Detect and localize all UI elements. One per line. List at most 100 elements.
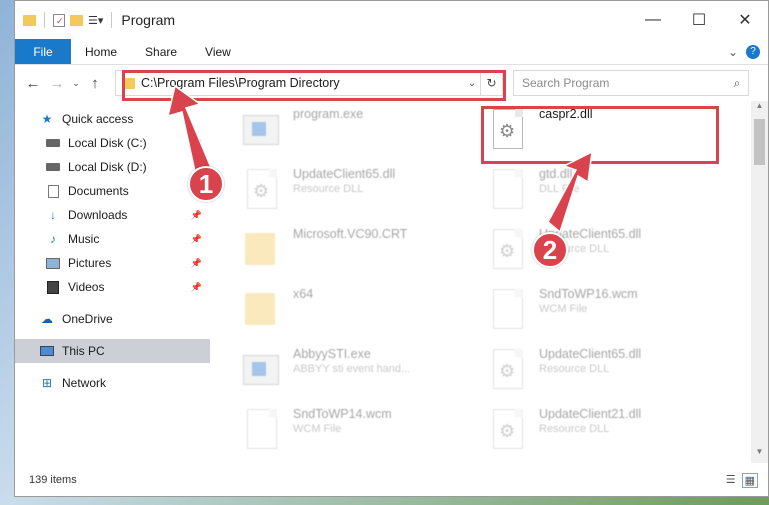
up-arrow-icon[interactable]: ↑	[83, 75, 107, 92]
file-type: DLL File	[539, 183, 580, 195]
file-name: SndToWP16.wcm	[539, 287, 638, 301]
file-item[interactable]: AbbyySTI.exe ABBYY sti event hand...	[239, 345, 469, 405]
wcm-file-icon	[239, 405, 283, 455]
tab-view[interactable]: View	[191, 39, 245, 64]
minimize-button[interactable]: —	[630, 1, 676, 39]
expand-ribbon-icon[interactable]: ⌄	[728, 45, 738, 59]
file-item[interactable]: ⚙ UpdateClient65.dll Resource DLL	[239, 165, 469, 225]
pictures-icon	[45, 256, 61, 270]
tab-share[interactable]: Share	[131, 39, 191, 64]
sidebar-item-videos[interactable]: Videos 📌	[15, 275, 210, 299]
sidebar-item-pictures[interactable]: Pictures 📌	[15, 251, 210, 275]
step-badge-2: 2	[532, 232, 568, 268]
ribbon-tabs: File Home Share View ⌄ ?	[15, 39, 768, 65]
new-folder-icon[interactable]	[70, 14, 83, 26]
sidebar-item-documents[interactable]: Documents	[15, 179, 210, 203]
file-type: Resource DLL	[539, 423, 610, 435]
pin-icon: 📌	[190, 233, 202, 244]
customize-toolbar-icon[interactable]: ☰▾	[88, 14, 103, 27]
documents-icon	[45, 184, 61, 198]
dll-file-icon: ⚙	[485, 345, 529, 395]
sidebar-item-network[interactable]: ⊞ Network	[15, 371, 210, 395]
file-name: gtd.dll	[539, 167, 573, 181]
file-item[interactable]: ⚙ UpdateClient65.dll Resource DLL	[485, 345, 715, 405]
item-count: 139 items	[29, 474, 77, 486]
sidebar-item-quick-access[interactable]: ★ Quick access	[15, 107, 210, 131]
file-item[interactable]: ⚙ UpdateClient65.dll Resource DLL	[485, 225, 715, 285]
sidebar-item-label: This PC	[62, 344, 105, 358]
folder-icon	[23, 14, 36, 26]
file-item[interactable]: Microsoft.VC90.CRT	[239, 225, 469, 285]
pin-icon: 📌	[190, 137, 202, 148]
file-name: Microsoft.VC90.CRT	[293, 227, 408, 241]
sidebar-item-music[interactable]: ♪ Music 📌	[15, 227, 210, 251]
search-input[interactable]: Search Program	[522, 76, 726, 90]
divider	[44, 12, 45, 28]
step-badge-1: 1	[188, 166, 224, 202]
sidebar-item-local-disk-d[interactable]: Local Disk (D:)	[15, 155, 210, 179]
file-name: UpdateClient21.dll	[539, 407, 642, 421]
close-button[interactable]: ✕	[722, 1, 768, 39]
help-icon[interactable]: ?	[746, 44, 760, 59]
tab-file[interactable]: File	[15, 39, 71, 64]
sidebar-item-label: Music	[68, 232, 100, 246]
sidebar-item-local-disk-c[interactable]: Local Disk (C:) 📌	[15, 131, 210, 155]
dll-file-icon	[485, 165, 529, 215]
ribbon-right: ⌄ ?	[728, 39, 768, 64]
vertical-scrollbar[interactable]: ▲ ▼	[751, 101, 768, 463]
pc-icon	[39, 344, 55, 358]
file-type: Resource DLL	[539, 363, 610, 375]
dll-file-icon: ⚙	[485, 225, 529, 275]
tab-home[interactable]: Home	[71, 39, 131, 64]
file-name: program.exe	[293, 107, 364, 121]
address-highlight-box	[122, 70, 506, 101]
status-bar: 139 items ☰ ▦	[15, 463, 768, 496]
divider	[111, 12, 113, 28]
sidebar-item-downloads[interactable]: ↓ Downloads 📌	[15, 203, 210, 227]
drive-icon	[45, 136, 61, 150]
file-name: x64	[293, 287, 314, 301]
sidebar-item-this-pc[interactable]: This PC	[15, 339, 210, 363]
sidebar-item-label: Local Disk (D:)	[68, 160, 147, 174]
file-name: AbbyySTI.exe	[293, 347, 371, 361]
sidebar-item-label: Quick access	[62, 112, 134, 126]
file-name: UpdateClient65.dll	[293, 167, 396, 181]
details-view-icon[interactable]: ☰	[726, 473, 736, 488]
pin-icon: 📌	[190, 257, 202, 268]
file-item[interactable]: program.exe	[239, 105, 469, 165]
file-type: WCM File	[293, 423, 342, 435]
search-box[interactable]: Search Program ⌕	[513, 70, 749, 96]
large-icons-view-icon[interactable]: ▦	[741, 472, 758, 488]
properties-icon[interactable]: ✓	[53, 13, 65, 27]
sidebar-item-label: Pictures	[68, 256, 112, 270]
sidebar-item-label: Network	[62, 376, 107, 390]
file-type: WCM File	[539, 303, 588, 315]
scrollbar-thumb[interactable]	[754, 119, 765, 165]
window-title: Program	[121, 12, 176, 28]
videos-icon	[45, 280, 61, 294]
scroll-up-icon[interactable]: ▲	[751, 101, 768, 117]
sidebar-item-onedrive[interactable]: ☁ OneDrive	[15, 307, 210, 331]
drive-icon	[45, 160, 61, 174]
back-arrow-icon[interactable]: ←	[21, 75, 45, 92]
file-item[interactable]: SndToWP14.wcm WCM File	[239, 405, 469, 463]
file-item[interactable]: gtd.dll DLL File	[485, 165, 715, 225]
pin-icon: 📌	[190, 281, 202, 292]
search-icon[interactable]: ⌕	[726, 76, 748, 91]
file-name: UpdateClient65.dll	[539, 347, 642, 361]
recent-locations-icon[interactable]: ⌄	[69, 78, 83, 89]
sidebar-item-label: Documents	[68, 184, 129, 198]
exe-file-icon	[239, 105, 283, 155]
file-item[interactable]: SndToWP16.wcm WCM File	[485, 285, 715, 345]
sidebar-item-label: Local Disk (C:)	[68, 136, 147, 150]
forward-arrow-icon[interactable]: →	[45, 75, 69, 92]
file-item[interactable]: ⚙ UpdateClient21.dll Resource DLL	[485, 405, 715, 463]
scroll-down-icon[interactable]: ▼	[751, 447, 768, 463]
file-item[interactable]: x64	[239, 285, 469, 345]
wcm-file-icon	[485, 285, 529, 335]
explorer-window: ✓ ☰▾ Program — ☐ ✕ File Home Share View …	[14, 0, 769, 497]
maximize-button[interactable]: ☐	[676, 1, 722, 39]
